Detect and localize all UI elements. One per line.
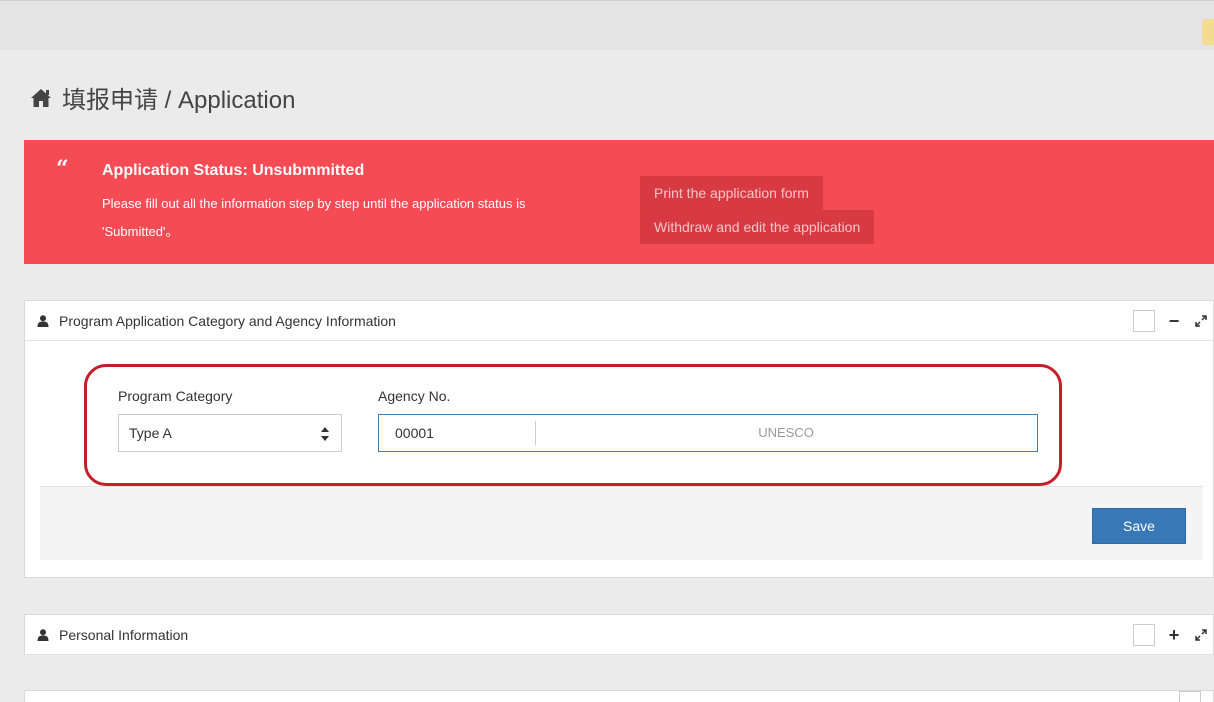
personal-info-panel-header[interactable]: Personal Information [25, 615, 1213, 655]
print-application-button[interactable]: Print the application form [640, 176, 823, 210]
user-icon [37, 314, 49, 327]
program-panel-tools: − [1133, 301, 1213, 341]
alert-title: Application Status: Unsubmmitted [102, 162, 365, 179]
program-category-value: Type A [129, 425, 172, 441]
notification-badge[interactable] [1202, 19, 1214, 45]
page-title-text: 填报申请 / Application [62, 87, 296, 114]
personal-info-panel-title: Personal Information [59, 626, 189, 643]
panel-select-checkbox[interactable] [1133, 624, 1155, 646]
personal-panel-tools: + [1133, 615, 1213, 655]
withdraw-edit-button[interactable]: Withdraw and edit the application [640, 210, 875, 244]
fullscreen-icon[interactable] [1195, 629, 1207, 641]
next-panel-tools [1179, 691, 1213, 702]
page-title: 填报申请 / Application [30, 80, 295, 115]
fullscreen-icon[interactable] [1195, 315, 1207, 327]
agency-name-value: UNESCO [758, 425, 814, 440]
program-info-panel-header[interactable]: Program Application Category and Agency … [25, 301, 1213, 341]
next-panel [24, 690, 1214, 702]
program-category-select[interactable]: Type A [118, 414, 342, 452]
alert-message: Please fill out all the information step… [102, 196, 526, 239]
panel-footer [40, 486, 1203, 560]
program-category-label: Program Category [118, 388, 233, 404]
agency-no-input[interactable]: 00001 UNESCO [378, 414, 1038, 452]
agency-no-label: Agency No. [378, 388, 451, 404]
panel-select-checkbox[interactable] [1133, 310, 1155, 332]
panel-select-checkbox[interactable] [1179, 691, 1201, 702]
personal-info-panel: Personal Information + [24, 614, 1214, 655]
user-icon [37, 628, 49, 641]
collapse-icon[interactable]: − [1167, 312, 1181, 330]
home-icon[interactable] [30, 88, 52, 108]
agency-no-value: 00001 [395, 425, 434, 441]
save-button[interactable]: Save [1092, 508, 1186, 544]
top-bar [0, 0, 1214, 50]
quote-icon: “ [56, 156, 69, 182]
program-info-panel-title: Program Application Category and Agency … [59, 312, 396, 329]
select-arrows-icon [321, 427, 329, 441]
expand-icon[interactable]: + [1167, 626, 1181, 644]
